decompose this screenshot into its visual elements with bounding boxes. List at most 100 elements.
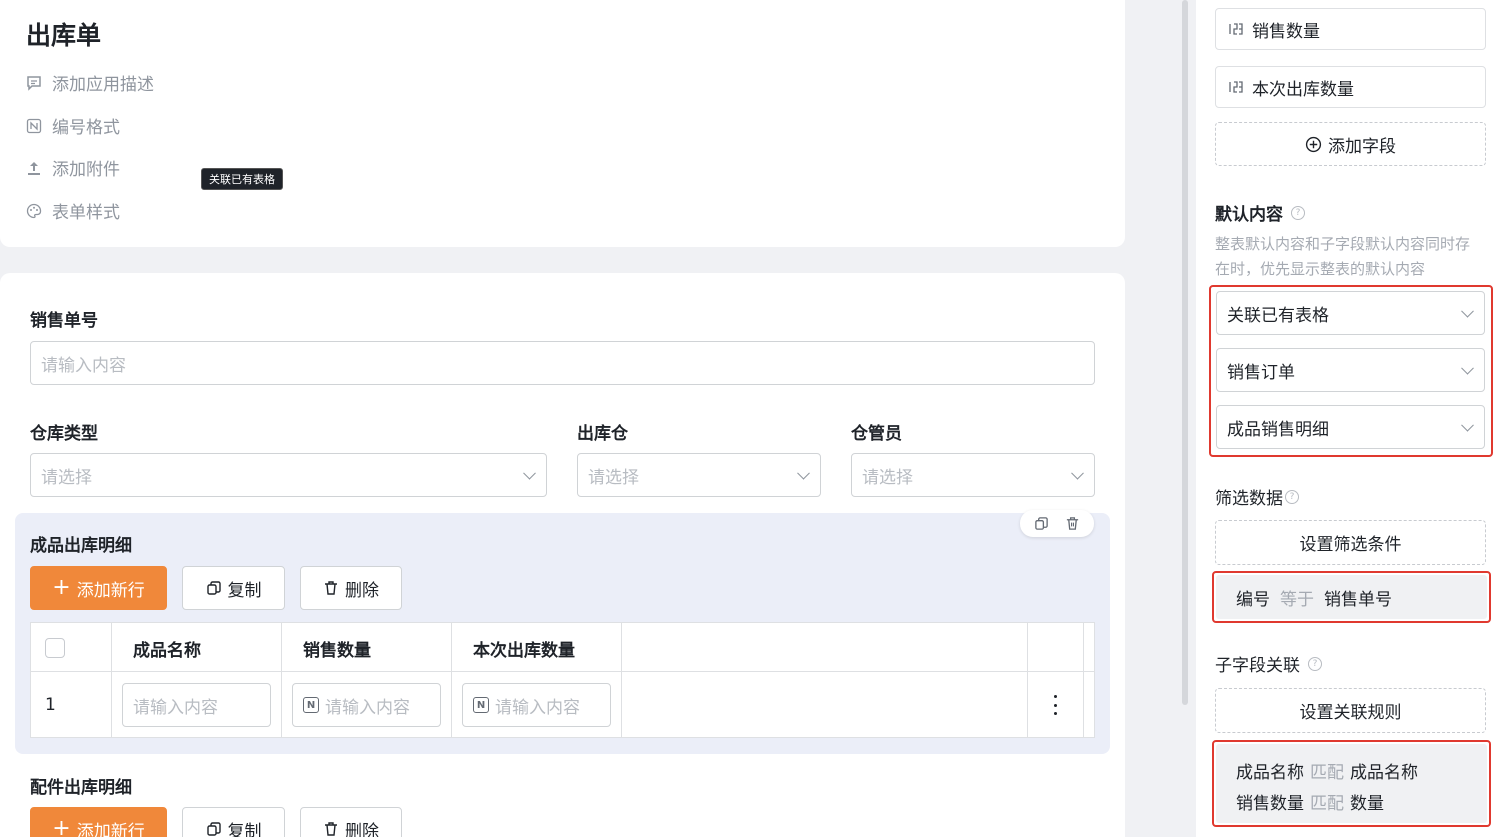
plus-icon: + xyxy=(52,575,71,600)
filter-condition[interactable]: 编号 等于 销售单号 xyxy=(1216,575,1487,619)
scrollbar-thumb[interactable] xyxy=(1182,0,1188,705)
condition-right: 销售单号 xyxy=(1324,589,1392,610)
col-divider xyxy=(281,623,282,737)
sub-link-title: 子字段关联 ? xyxy=(1215,651,1322,676)
default-content-hint: 整表默认内容和子字段默认内容同时存在时，优先显示整表的默认内容 xyxy=(1215,235,1471,278)
link-rules[interactable]: 成品名称 匹配 成品名称 销售数量 匹配 数量 xyxy=(1216,744,1487,823)
rule-right: 成品名称 xyxy=(1350,763,1418,783)
rule-op: 匹配 xyxy=(1310,763,1344,783)
subtable2-title: 配件出库明细 xyxy=(30,778,132,798)
copy-icon xyxy=(206,822,221,836)
number-format-label: 编号格式 xyxy=(52,118,120,138)
subtable1-title: 成品出库明细 xyxy=(30,536,132,556)
copy-icon[interactable] xyxy=(1034,516,1049,531)
tooltip: 关联已有表格 xyxy=(201,168,283,190)
col-divider xyxy=(621,623,622,737)
select-value: 成品销售明细 xyxy=(1227,419,1329,440)
default-content-label: 默认内容 xyxy=(1215,205,1283,225)
select-all-checkbox[interactable] xyxy=(45,638,65,658)
help-icon[interactable]: ? xyxy=(1308,656,1322,671)
add-description-label: 添加应用描述 xyxy=(52,75,154,95)
rule-right: 数量 xyxy=(1350,794,1384,814)
upload-icon xyxy=(28,161,40,175)
column-header: 本次出库数量 xyxy=(473,641,575,661)
column-header: 成品名称 xyxy=(133,641,201,661)
default-subtable-select[interactable]: 成品销售明细 xyxy=(1216,405,1485,449)
rule-left: 成品名称 xyxy=(1236,763,1304,783)
trash-icon[interactable] xyxy=(1065,516,1080,531)
add-row-button-2[interactable]: + 添加新行 xyxy=(30,807,167,837)
warehouse-type-label: 仓库类型 xyxy=(30,424,98,444)
rule-op: 匹配 xyxy=(1310,794,1344,814)
copy-icon xyxy=(206,581,221,595)
col-divider xyxy=(451,623,452,737)
trash-icon xyxy=(325,581,337,595)
number-format-link[interactable]: 编号格式 xyxy=(26,113,120,138)
set-link-rule-label: 设置关联规则 xyxy=(1299,703,1402,723)
sub-link-label: 子字段关联 xyxy=(1215,656,1300,676)
column-header: 销售数量 xyxy=(303,641,371,661)
delete-button-2[interactable]: 删除 xyxy=(300,807,402,837)
default-source-select[interactable]: 关联已有表格 xyxy=(1216,291,1485,335)
add-field-button[interactable]: 添加字段 xyxy=(1215,122,1486,166)
add-row-label: 添加新行 xyxy=(76,821,145,837)
col-divider xyxy=(1027,623,1028,737)
number-icon: N xyxy=(473,697,489,713)
select-value: 关联已有表格 xyxy=(1227,305,1329,326)
form-style-link[interactable]: 表单样式 xyxy=(26,198,120,223)
number-field-icon xyxy=(1229,23,1243,35)
col-divider xyxy=(111,623,112,737)
link-rule: 销售数量 匹配 数量 xyxy=(1236,786,1487,817)
copy-button-2[interactable]: 复制 xyxy=(182,807,285,837)
row-more-icon[interactable] xyxy=(1051,695,1059,715)
keeper-label: 仓管员 xyxy=(851,424,902,444)
delete-label: 删除 xyxy=(345,580,379,601)
out-warehouse-select[interactable]: 请选择 xyxy=(577,453,821,497)
form-title[interactable]: 出库单 xyxy=(26,16,101,52)
cell-placeholder: 请输入内容 xyxy=(495,697,580,718)
subtable1-table: 成品名称 销售数量 本次出库数量 1 请输入内容 N 请输入内容 N 请输入内容 xyxy=(30,622,1095,738)
plus-circle-icon xyxy=(1305,136,1322,152)
form-style-label: 表单样式 xyxy=(52,203,120,223)
set-link-rule-button[interactable]: 设置关联规则 xyxy=(1215,688,1486,733)
delete-button[interactable]: 删除 xyxy=(300,566,402,610)
copy-label: 复制 xyxy=(227,580,262,601)
condition-left: 编号 xyxy=(1236,589,1270,610)
cell-placeholder: 请输入内容 xyxy=(133,697,218,718)
add-row-button[interactable]: + 添加新行 xyxy=(30,566,167,610)
filter-title: 筛选数据 ? xyxy=(1215,484,1299,509)
help-icon[interactable]: ? xyxy=(1285,489,1299,504)
field-item[interactable]: 销售数量 xyxy=(1215,8,1486,50)
set-filter-label: 设置筛选条件 xyxy=(1299,535,1402,555)
plus-icon: + xyxy=(52,816,71,837)
field-item[interactable]: 本次出库数量 xyxy=(1215,66,1486,108)
trash-icon xyxy=(325,822,337,836)
product-name-input[interactable]: 请输入内容 xyxy=(122,683,271,727)
field-item-label: 本次出库数量 xyxy=(1252,79,1354,100)
add-description-link[interactable]: 添加应用描述 xyxy=(26,70,154,95)
field-item-label: 销售数量 xyxy=(1252,21,1320,42)
row-index: 1 xyxy=(45,695,56,715)
keeper-select[interactable]: 请选择 xyxy=(851,453,1095,497)
select-value: 销售订单 xyxy=(1227,362,1295,383)
set-filter-button[interactable]: 设置筛选条件 xyxy=(1215,520,1486,565)
sales-no-label: 销售单号 xyxy=(30,311,98,331)
rule-left: 销售数量 xyxy=(1236,794,1304,814)
form-header-card: 出库单 xyxy=(0,0,1125,247)
copy-label: 复制 xyxy=(227,821,262,837)
sales-qty-input[interactable]: N 请输入内容 xyxy=(292,683,441,727)
number-icon xyxy=(26,118,42,133)
out-warehouse-label: 出库仓 xyxy=(577,424,628,444)
help-icon[interactable]: ? xyxy=(1291,205,1305,220)
default-table-select[interactable]: 销售订单 xyxy=(1216,348,1485,392)
out-qty-input[interactable]: N 请输入内容 xyxy=(462,683,611,727)
palette-icon xyxy=(26,203,42,218)
col-divider xyxy=(1083,623,1084,737)
subtable-toolbar xyxy=(1020,510,1094,537)
warehouse-type-select[interactable]: 请选择 xyxy=(30,453,547,497)
add-field-label: 添加字段 xyxy=(1328,136,1396,157)
sales-no-input[interactable]: 请输入内容 xyxy=(30,341,1095,385)
add-attachment-link[interactable]: 添加附件 xyxy=(26,155,120,180)
condition-op: 等于 xyxy=(1280,589,1314,610)
copy-button[interactable]: 复制 xyxy=(182,566,285,610)
